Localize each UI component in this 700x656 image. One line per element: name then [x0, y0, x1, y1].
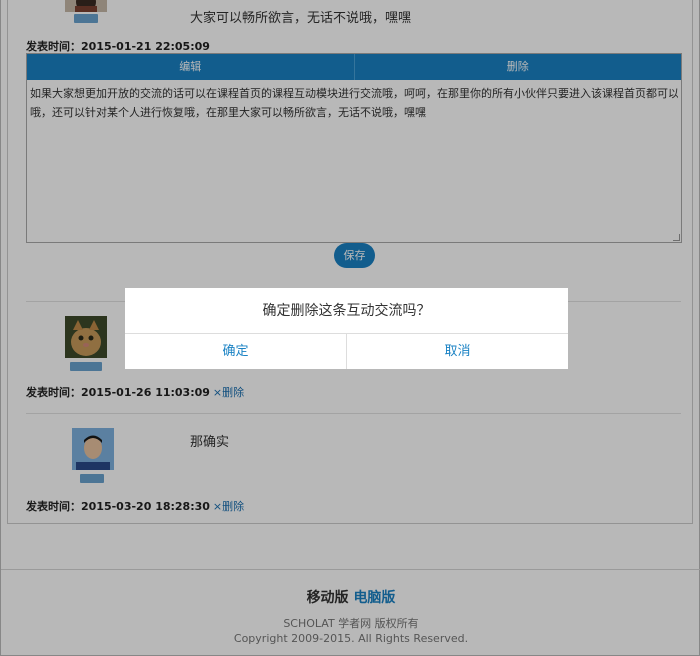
cancel-button[interactable]: 取消	[346, 334, 568, 369]
confirm-button[interactable]: 确定	[125, 334, 346, 369]
dialog-buttons: 确定 取消	[125, 334, 568, 369]
confirm-dialog: 确定删除这条互动交流吗？ 确定 取消	[125, 288, 568, 369]
dialog-message: 确定删除这条互动交流吗？	[125, 288, 568, 334]
